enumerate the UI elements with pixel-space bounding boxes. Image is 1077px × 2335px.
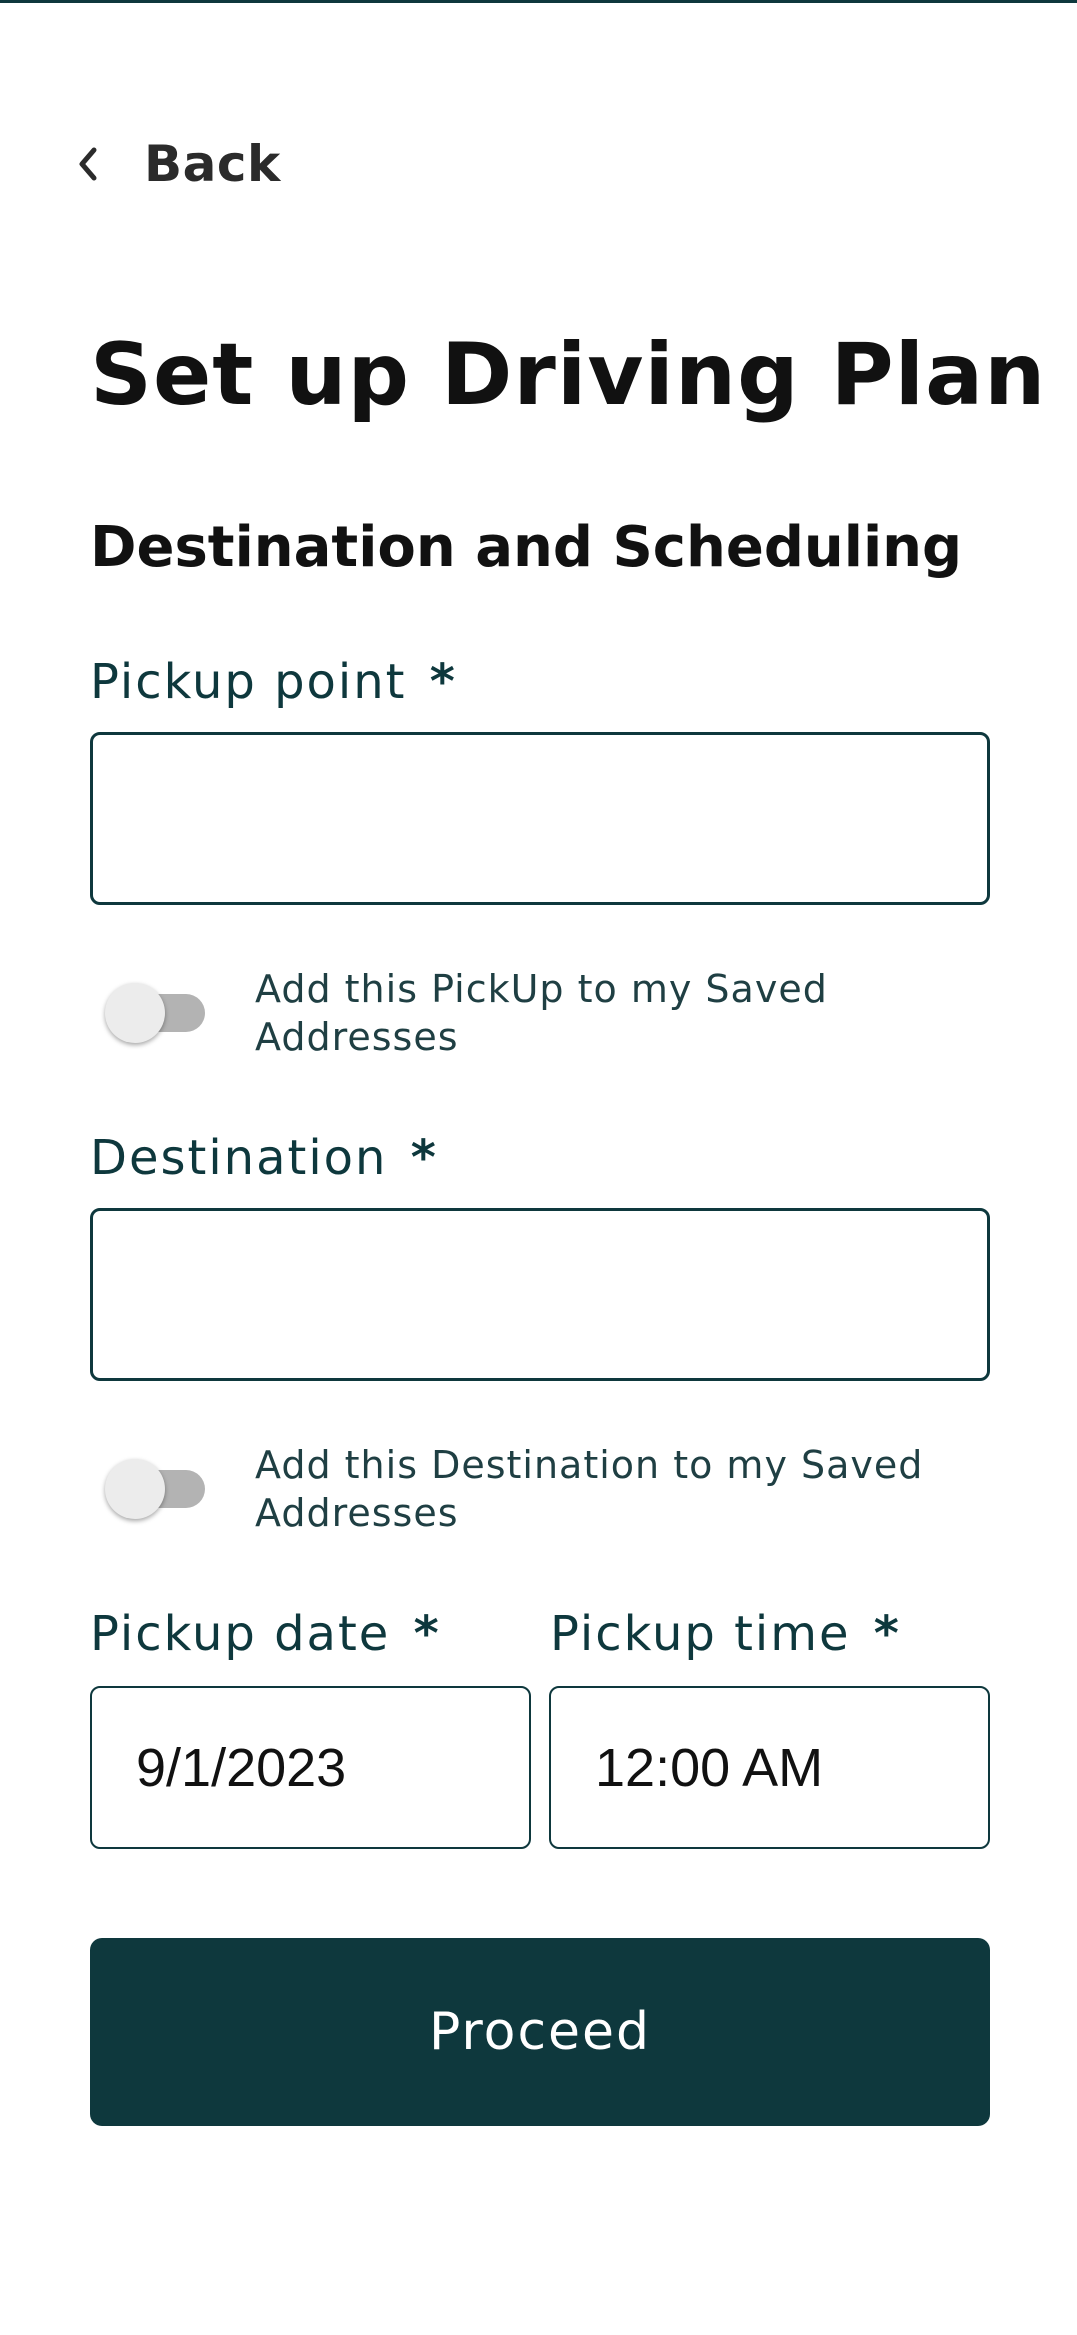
toggle-thumb [105,983,165,1043]
destination-label-text: Destination [90,1130,388,1186]
pickup-point-label: Pickup point * [90,654,457,710]
pickup-time-input[interactable]: 12:00 AM [549,1686,990,1849]
destination-label: Destination * [90,1130,438,1186]
pickup-time-label: Pickup time * [550,1606,901,1662]
required-marker: * [413,1606,441,1662]
page-title: Set up Driving Plan [90,325,1047,425]
save-pickup-toggle[interactable] [105,983,205,1043]
pickup-time-label-text: Pickup time [550,1606,851,1662]
chevron-left-icon [70,146,106,182]
destination-input[interactable] [90,1208,990,1381]
section-title: Destination and Scheduling [90,515,963,580]
save-pickup-row: Add this PickUp to my Saved Addresses [105,965,975,1061]
toggle-thumb [105,1459,165,1519]
pickup-date-label-text: Pickup date [90,1606,391,1662]
top-divider [0,0,1077,3]
pickup-date-value: 9/1/2023 [136,1737,347,1798]
proceed-button[interactable]: Proceed [90,1938,990,2126]
pickup-point-input[interactable] [90,732,990,905]
save-destination-toggle[interactable] [105,1459,205,1519]
pickup-date-label: Pickup date * [90,1606,441,1662]
required-marker: * [873,1606,901,1662]
save-pickup-label: Add this PickUp to my Saved Addresses [255,967,828,1059]
back-label: Back [144,135,281,193]
required-marker: * [429,654,457,710]
pickup-time-value: 12:00 AM [595,1737,824,1798]
required-marker: * [410,1130,438,1186]
pickup-point-label-text: Pickup point [90,654,407,710]
save-destination-label: Add this Destination to my Saved Address… [255,1443,924,1535]
save-destination-row: Add this Destination to my Saved Address… [105,1441,975,1537]
back-button[interactable]: Back [70,128,281,200]
pickup-date-input[interactable]: 9/1/2023 [90,1686,531,1849]
